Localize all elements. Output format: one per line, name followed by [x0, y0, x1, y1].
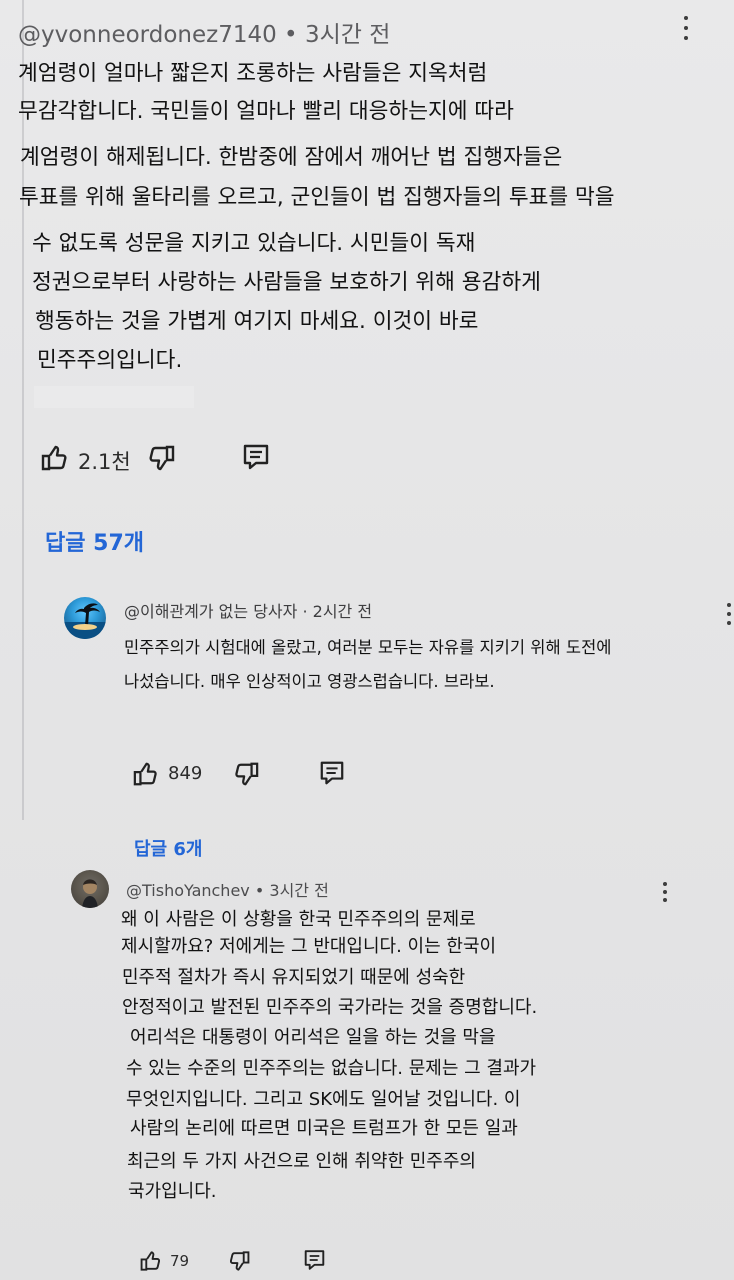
- reply2-text: 왜 이 사람은 이 상황을 한국 민주주의의 문제로 제시할까요? 저에게는 그…: [0, 0, 734, 1202]
- reply2-line: 최근의 두 가지 사건으로 인해 취약한 민주주의: [127, 1151, 476, 1172]
- like-button[interactable]: [139, 1250, 163, 1272]
- reply2-line: 수 있는 수준의 민주주의는 없습니다. 문제는 그 결과가: [126, 1058, 537, 1079]
- dislike-button[interactable]: [227, 1250, 251, 1272]
- reply2-line: 왜 이 사람은 이 상황을 한국 민주주의의 문제로: [121, 909, 476, 930]
- like-count: 79: [170, 1252, 190, 1270]
- reply2-line: 국가입니다.: [128, 1181, 217, 1202]
- reply2-line: 제시할까요? 저에게는 그 반대입니다. 이는 한국이: [121, 936, 497, 957]
- reply2-line: 안정적이고 발전된 민주주의 국가라는 것을 증명합니다.: [122, 997, 538, 1018]
- reply2-line: 사람의 논리에 따르면 미국은 트럼프가 한 모든 일과: [130, 1118, 518, 1139]
- reply2-line: 무엇인지입니다. 그리고 SK에도 일어날 것입니다. 이: [126, 1089, 521, 1110]
- reply2-line: 어리석은 대통령이 어리석은 일을 하는 것을 막을: [130, 1027, 496, 1048]
- reply2-line: 민주적 절차가 즉시 유지되었기 때문에 성숙한: [122, 967, 466, 988]
- reply-button[interactable]: [303, 1248, 326, 1272]
